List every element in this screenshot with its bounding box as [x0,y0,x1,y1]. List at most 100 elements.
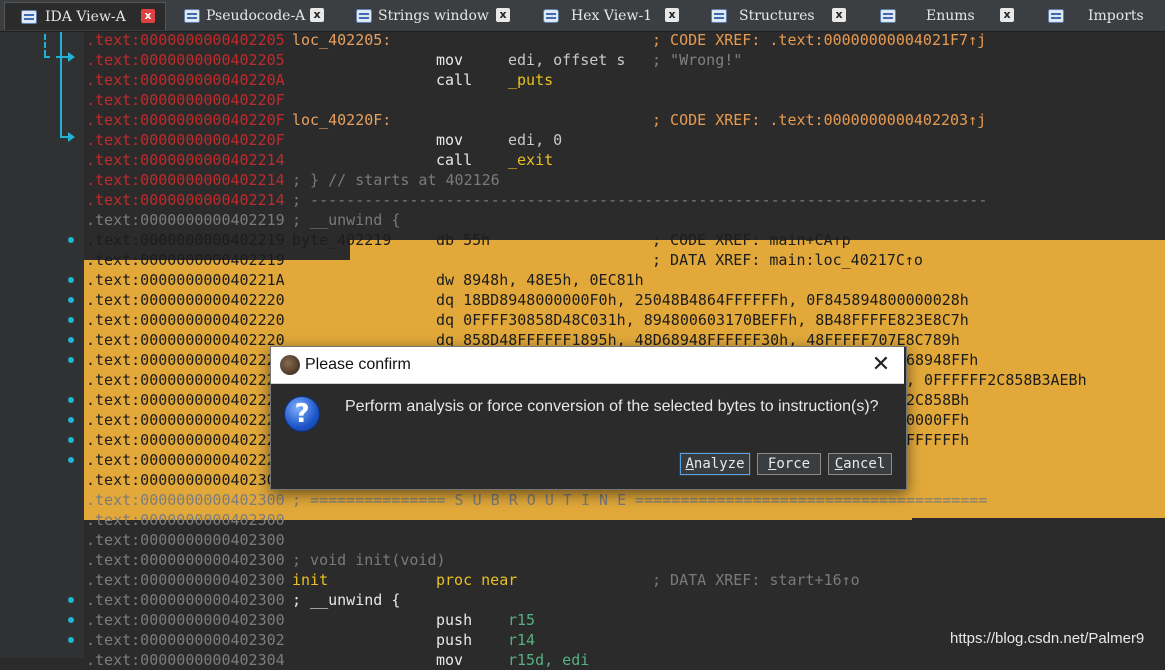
listing-line[interactable]: .text:0000000000402300 [86,530,1165,550]
address: .text:0000000000402300 [86,491,285,509]
address: .text:0000000000402300 [86,571,285,589]
tab-structures[interactable]: Structures x [695,2,855,30]
listing-line[interactable]: .text:0000000000402205 loc_402205: ; CODE … [86,30,1165,50]
address: .text:000000000040220F [86,111,285,129]
comment: ; CODE XREF: main+CA↑p [652,231,851,249]
operand-fragment: 0000FFh [906,411,970,429]
question-icon: ? [284,396,320,432]
comment: ; DATA XREF: start+16↑o [652,571,860,589]
listing-line[interactable]: .text:0000000000402300 push r15 [86,610,1165,630]
label: ; __unwind { [292,211,401,229]
operand: _puts [508,71,554,89]
listing-line[interactable]: .text:0000000000402300 ; void init(void) [86,550,1165,570]
operand: r14 [508,631,536,649]
operand: edi, 0 [508,131,563,149]
watermark: https://blog.csdn.net/Palmer9 [950,630,1145,647]
cancel-button[interactable]: Cancel [828,453,892,475]
listing-line[interactable]: .text:000000000040220A call _puts [86,70,1165,90]
mnemonic: dq 0FFFF30858D48C031h, 894800603170BEFFh… [436,311,969,329]
mnemonic: dw 8948h, 48E5h, 0EC81h [436,271,644,289]
listing-line[interactable]: .text:000000000040220F mov edi, 0 [86,130,1165,150]
tab-label: Strings window [378,8,489,24]
address: .text:0000000000402300 [86,551,285,569]
address: .text:000000000040220F [86,131,285,149]
tab-close-icon[interactable]: x [1000,8,1014,22]
hotkey-letter: A [685,456,694,472]
listing-line[interactable]: .text:0000000000402219 ; __unwind { [86,210,1165,230]
tab-label: IDA View-A [45,8,126,25]
tab-imports[interactable]: Imports [1030,2,1165,30]
strings-icon [356,9,372,23]
listing-line[interactable]: .text:0000000000402214 ; ----------------… [86,190,1165,210]
tab-strings-window[interactable]: Strings window x [340,2,515,30]
disassembly-listing[interactable]: .text:0000000000402205 loc_402205: ; CODE … [0,30,1165,669]
tab-close-icon[interactable]: x [665,8,679,22]
confirm-dialog: Please confirm ✕ ? Perform analysis or f… [270,346,907,490]
listing-line[interactable]: .text:0000000000402214 call _exit [86,150,1165,170]
listing-line[interactable]: .text:0000000000402300 ; =============== … [86,490,1165,510]
ida-view-icon [21,9,37,24]
operand: edi, offset s [508,51,626,69]
mnemonic: dq 18BD8948000000F0h, 25048B4864FFFFFFh,… [436,291,969,309]
force-button[interactable]: Force [757,453,821,475]
listing-line[interactable]: .text:0000000000402219 byte_402219 db 55h;… [86,230,1165,250]
operand-fragment: FFFFFFh [906,431,970,449]
tab-close-icon[interactable]: x [832,8,846,22]
address: .text:0000000000402220 [86,291,285,309]
close-icon[interactable]: ✕ [870,353,892,375]
tab-pseudocode-a[interactable]: Pseudocode-A x [170,2,330,30]
tab-close-icon[interactable]: x [496,8,510,22]
pseudocode-icon [184,9,200,23]
comment: ; DATA XREF: main:loc_40217C↑o [652,251,923,269]
label: ; } // starts at 402126 [292,171,500,189]
dialog-title: Please confirm [305,356,411,373]
address: .text:000000000040222 [86,371,276,389]
listing-line[interactable]: .text:0000000000402220 dq 18BD8948000000F… [86,290,1165,310]
listing-line[interactable]: .text:0000000000402300 init proc near ; DAT… [86,570,1165,590]
tab-close-icon[interactable]: x [141,9,155,23]
tab-label: Enums [926,8,975,24]
mnemonic: call [436,151,473,169]
listing-line[interactable]: .text:0000000000402214 ; } // starts at 4… [86,170,1165,190]
address: .text:000000000040230 [86,471,276,489]
listing-line[interactable]: .text:000000000040221A dw 8948h, 48E5h, 0… [86,270,1165,290]
address: .text:0000000000402214 [86,191,285,209]
tab-close-icon[interactable]: x [310,8,324,22]
imports-icon [1048,9,1064,23]
listing-line[interactable]: .text:000000000040220F [86,90,1165,110]
address: .text:000000000040222 [86,351,276,369]
listing-line[interactable]: .text:0000000000402205 mov edi, offset s ; … [86,50,1165,70]
listing-line[interactable]: .text:0000000000402220 dq 0FFFF30858D48C0… [86,310,1165,330]
label: init [292,571,329,589]
address: .text:0000000000402300 [86,511,285,529]
tab-label: Hex View-1 [571,8,653,24]
listing-line[interactable]: .text:0000000000402300 [86,510,1165,530]
label: loc_40220F: [292,111,392,129]
address: .text:000000000040220F [86,91,285,109]
hex-view-icon [543,9,559,23]
address: .text:0000000000402219 [86,211,285,229]
address: .text:0000000000402300 [86,531,285,549]
listing-line[interactable]: .text:000000000040220F loc_40220F: ; CODE … [86,110,1165,130]
comment: ; CODE XREF: .text:00000000004021F7↑j [652,31,987,49]
tab-hex-view-1[interactable]: Hex View-1 x [525,2,690,30]
dialog-message: Perform analysis or force conversion of … [345,398,879,415]
tab-label: Imports [1088,8,1144,24]
address: .text:0000000000402214 [86,171,285,189]
mnemonic: mov [436,131,464,149]
address: .text:000000000040222 [86,411,276,429]
address: .text:000000000040221A [86,271,285,289]
tab-ida-view-a[interactable]: IDA View-A x [4,2,166,30]
dialog-title-bar[interactable]: Please confirm ✕ [271,347,904,384]
address: .text:0000000000402205 [86,51,285,69]
address: .text:0000000000402214 [86,151,285,169]
listing-line[interactable]: .text:0000000000402304 mov r15d, edi [86,650,1165,670]
listing-line[interactable]: .text:0000000000402300 ; __unwind { [86,590,1165,610]
mnemonic: db 55h [436,231,491,249]
tab-enums[interactable]: Enums x [862,2,1022,30]
operand: _exit [508,151,554,169]
address: .text:0000000000402219 [86,231,285,249]
listing-line[interactable]: .text:0000000000402219 ; DATA XREF: main:… [86,250,1165,270]
button-label: orce [776,456,811,472]
analyze-button[interactable]: Analyze [679,452,751,476]
